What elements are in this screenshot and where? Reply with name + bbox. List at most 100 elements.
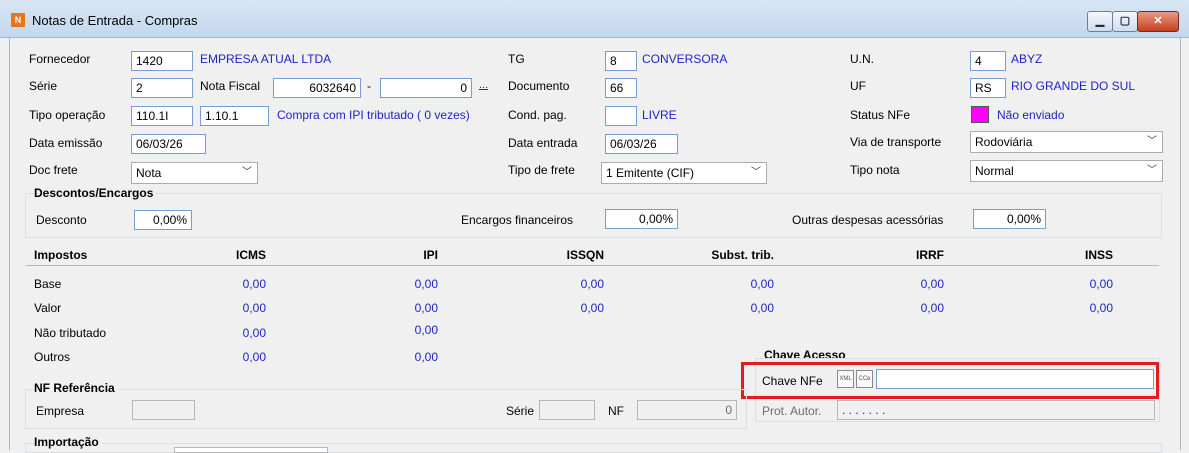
valor-ipi: 0,00 — [414, 301, 438, 315]
chave-nfe-label: Chave NFe — [762, 374, 823, 388]
uf-code-input[interactable]: RS — [970, 78, 1006, 98]
desconto-label: Desconto — [36, 213, 87, 227]
nf-referencia-title: NF Referência — [34, 381, 118, 395]
nota-fiscal-lookup-button[interactable]: ... — [479, 79, 488, 91]
importacao-title: Importação — [34, 435, 102, 449]
base-icms: 0,00 — [242, 277, 266, 291]
nf-ref-serie-label: Série — [506, 404, 535, 418]
data-entrada-label: Data entrada — [508, 136, 578, 150]
cond-pag-input[interactable] — [605, 106, 637, 126]
encargos-input[interactable]: 0,00% — [605, 209, 678, 229]
empresa-label: Empresa — [36, 404, 85, 418]
uf-label: UF — [850, 79, 866, 93]
impostos-divider — [26, 265, 1159, 266]
status-nfe-value: Não enviado — [997, 108, 1065, 122]
chave-nfe-input[interactable] — [876, 369, 1154, 389]
data-emissao-input[interactable]: 06/03/26 — [131, 134, 206, 154]
un-code-input[interactable]: 4 — [970, 51, 1006, 71]
nf-ref-nf-input[interactable]: 0 — [637, 400, 737, 420]
column-header-ipi: IPI — [423, 248, 438, 262]
nota-fiscal-dv-input[interactable]: 0 — [380, 78, 472, 98]
fornecedor-label: Fornecedor — [29, 52, 91, 66]
nota-fiscal-input[interactable]: 6032640 — [273, 78, 361, 98]
via-transporte-select[interactable]: Rodoviária ﹀ — [970, 131, 1163, 153]
fornecedor-name: EMPRESA ATUAL LTDA — [200, 52, 332, 66]
tipo-frete-select[interactable]: 1 Emitente (CIF) ﹀ — [601, 162, 767, 184]
valor-subst-trib: 0,00 — [750, 301, 774, 315]
cond-pag-label: Cond. pag. — [508, 108, 567, 122]
nao-tributado-icms: 0,00 — [242, 326, 266, 340]
column-header-irrf: IRRF — [916, 248, 944, 262]
valor-inss: 0,00 — [1089, 301, 1113, 315]
serie-label: Série — [29, 79, 58, 93]
prot-autor-input[interactable]: . . . . . . . — [837, 400, 1155, 420]
encargos-label: Encargos financeiros — [461, 213, 574, 227]
maximize-icon: ▢ — [1119, 15, 1131, 27]
tipo-nota-select[interactable]: Normal ﹀ — [970, 160, 1163, 182]
data-entrada-input[interactable]: 06/03/26 — [605, 134, 678, 154]
tipo-operacao-label: Tipo operação — [29, 108, 106, 122]
outros-icms: 0,00 — [242, 350, 266, 364]
column-header-icms: ICMS — [236, 248, 266, 262]
importacao-input[interactable] — [174, 447, 328, 453]
column-header-issqn: ISSQN — [566, 248, 604, 262]
row-label-outros: Outros — [34, 350, 71, 364]
tipo-frete-value: 1 Emitente (CIF) — [606, 166, 695, 180]
minimize-icon: ▁ — [1095, 15, 1105, 27]
tipo-operacao-code-input[interactable]: 110.1I — [131, 106, 193, 126]
status-nfe-label: Status NFe — [850, 108, 911, 122]
app-logo-icon: N — [11, 13, 25, 27]
close-icon: ✕ — [1153, 15, 1163, 27]
minimize-button[interactable]: ▁ — [1087, 11, 1113, 32]
via-transporte-value: Rodoviária — [975, 135, 1033, 149]
cce-file-icon[interactable]: CCe — [856, 370, 873, 388]
close-button[interactable]: ✕ — [1137, 11, 1179, 32]
column-header-inss: INSS — [1084, 248, 1113, 262]
uf-name: RIO GRANDE DO SUL — [1011, 79, 1136, 93]
status-color-swatch — [971, 106, 989, 123]
valor-icms: 0,00 — [242, 301, 266, 315]
documento-input[interactable]: 66 — [605, 78, 637, 98]
row-label-nao-tributado: Não tributado — [34, 326, 107, 340]
un-label: U.N. — [850, 52, 874, 66]
chevron-down-icon: ﹀ — [751, 167, 761, 178]
xml-file-icon[interactable]: XML — [837, 370, 854, 388]
outros-ipi: 0,00 — [414, 350, 438, 364]
impostos-title: Impostos — [34, 248, 91, 262]
nota-fiscal-separator: - — [367, 79, 371, 93]
chevron-down-icon: ﹀ — [1147, 136, 1157, 147]
prot-autor-label: Prot. Autor. — [762, 404, 822, 418]
valor-issqn: 0,00 — [580, 301, 604, 315]
chevron-down-icon: ﹀ — [242, 167, 252, 178]
doc-frete-select[interactable]: Nota ﹀ — [131, 162, 258, 184]
fornecedor-code-input[interactable]: 1420 — [131, 51, 193, 71]
nf-ref-serie-input[interactable] — [539, 400, 595, 420]
outras-despesas-input[interactable]: 0,00% — [973, 209, 1046, 229]
notas-entrada-window: N Notas de Entrada - Compras ▁ ▢ ✕ Forne… — [0, 0, 1189, 453]
row-label-base: Base — [34, 277, 62, 291]
doc-frete-value: Nota — [136, 166, 162, 180]
documento-label: Documento — [508, 79, 570, 93]
base-inss: 0,00 — [1089, 277, 1113, 291]
empresa-input[interactable] — [132, 400, 195, 420]
base-issqn: 0,00 — [580, 277, 604, 291]
base-irrf: 0,00 — [920, 277, 944, 291]
title-bar: N Notas de Entrada - Compras ▁ ▢ ✕ — [0, 0, 1189, 38]
nota-fiscal-label: Nota Fiscal — [200, 79, 261, 93]
data-emissao-label: Data emissão — [29, 136, 103, 150]
serie-input[interactable]: 2 — [131, 78, 193, 98]
outras-despesas-label: Outras despesas acessórias — [792, 213, 944, 227]
cfop-input[interactable]: 1.10.1 — [200, 106, 269, 126]
nf-ref-nf-label: NF — [608, 404, 624, 418]
desconto-input[interactable]: 0,00% — [134, 210, 192, 230]
base-subst-trib: 0,00 — [750, 277, 774, 291]
row-label-valor: Valor — [34, 301, 62, 315]
valor-irrf: 0,00 — [920, 301, 944, 315]
tg-label: TG — [508, 52, 525, 66]
nao-tributado-ipi: 0,00 — [414, 323, 438, 337]
maximize-button[interactable]: ▢ — [1112, 11, 1138, 32]
column-header-subst-trib: Subst. trib. — [711, 248, 774, 262]
via-transporte-label: Via de transporte — [850, 135, 942, 149]
tg-code-input[interactable]: 8 — [605, 51, 637, 71]
cond-pag-desc: LIVRE — [642, 108, 677, 122]
